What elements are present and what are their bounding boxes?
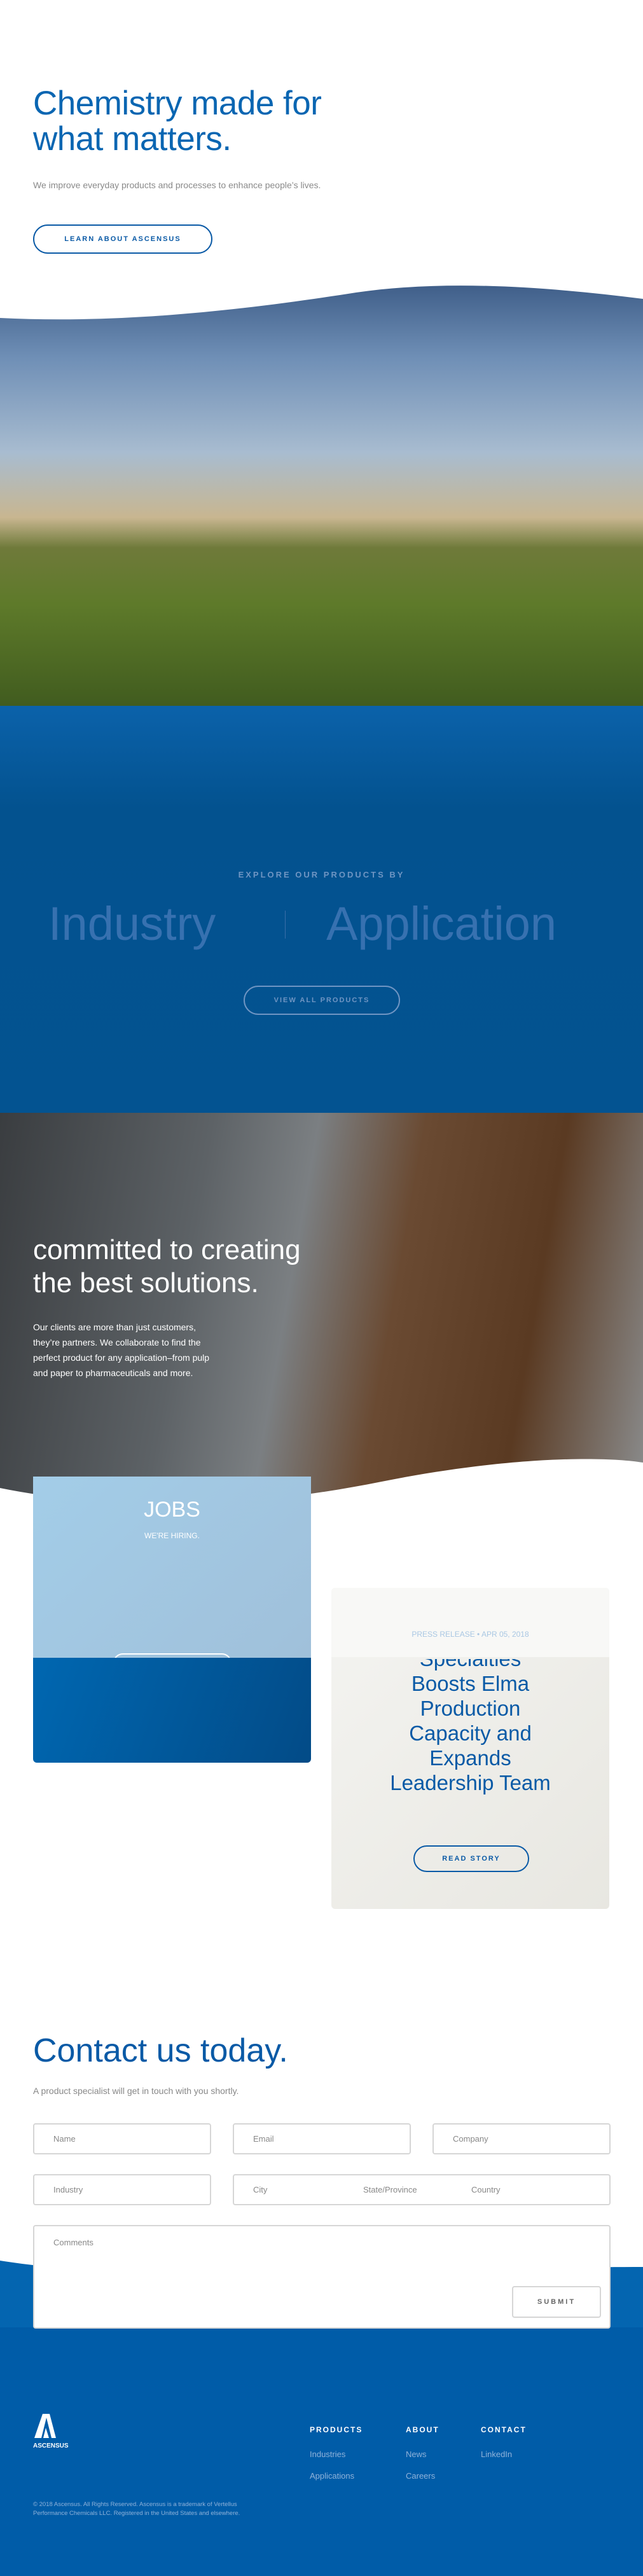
body-line: Our clients are more than just customers… [33,1322,196,1332]
headline-line: Capacity and [409,1721,532,1745]
footer-link-linkedin[interactable]: LinkedIn [481,2449,512,2459]
wave-divider [0,273,643,320]
press-date: APR 05, 2018 [481,1630,529,1639]
press-card[interactable]: PRESS RELEASE • APR 05, 2018 Specialties… [331,1588,609,1909]
footer-heading-contact: CONTACT [481,2425,527,2434]
body-line: perfect product for any application–from… [33,1353,210,1363]
headline-line: Boosts Elma [411,1672,530,1695]
footer-heading-products: PRODUCTS [310,2425,363,2434]
partner-title-line2: the best solutions. [33,1267,259,1298]
hero-title-line1: Chemistry made for [33,85,322,122]
footer-heading-about: ABOUT [406,2425,439,2434]
state-select[interactable]: State/Province [363,2185,417,2194]
hero-photo-running-family [0,280,643,712]
headline-line: Expands [429,1746,511,1770]
footer-link-careers[interactable]: Careers [406,2471,435,2481]
footer-link-news[interactable]: News [406,2449,427,2459]
headline-line: Production [420,1697,521,1720]
headline-line: Leadership Team [390,1771,551,1794]
divider [285,911,286,939]
copyright-line: © 2018 Ascensus. All Rights Reserved. As… [33,2501,237,2508]
email-input[interactable]: Email [233,2123,411,2154]
partner-body: Our clients are more than just customers… [33,1319,209,1381]
press-headline: Specialties Boosts ElmaProductionCapacity… [331,1659,609,1818]
city-input[interactable]: City [253,2185,267,2194]
press-card-header [331,1588,609,1657]
jobs-subtitle: WE'RE HIRING. [144,1531,200,1540]
press-category: PRESS RELEASE [411,1630,475,1639]
jobs-title: JOBS [144,1498,200,1522]
logo-wordmark: ASCENSUS [33,2442,69,2449]
hero-title: Chemistry made for what matters. [33,85,322,158]
body-line: they’re partners. We collaborate to find… [33,1337,201,1347]
body-line: and paper to pharmaceuticals and more. [33,1368,193,1378]
ascensus-logo[interactable]: ASCENSUS [33,2414,78,2452]
view-all-products-button[interactable]: VIEW ALL PRODUCTS [244,986,400,1015]
partner-title-line1: committed to creating [33,1234,301,1265]
country-select[interactable]: Country [471,2185,501,2194]
copyright: © 2018 Ascensus. All Rights Reserved. As… [33,2500,240,2518]
headline-line: Specialties [420,1659,522,1670]
jobs-card-bottom [33,1658,311,1763]
partner-photo-section: committed to creating the best solutions.… [0,1113,643,1507]
application-link[interactable]: Application [326,897,557,951]
copyright-line: Performance Chemicals LLC. Registered in… [33,2510,240,2517]
footer-link-applications[interactable]: Applications [310,2471,354,2481]
hero-subtitle: We improve everyday products and process… [33,180,321,190]
contact-title: Contact us today. [33,2032,288,2069]
submit-button[interactable]: SUBMIT [512,2286,601,2318]
location-group: City State/Province Country [233,2174,611,2205]
company-input[interactable]: Company [432,2123,611,2154]
industry-select[interactable]: Industry [33,2174,211,2205]
footer-link-industries[interactable]: Industries [310,2449,345,2459]
jobs-card[interactable]: JOBS WE'RE HIRING. [33,1477,311,1763]
hero-title-line2: what matters. [33,120,232,158]
jobs-card-top: JOBS WE'RE HIRING. [33,1477,311,1672]
learn-about-button[interactable]: LEARN ABOUT ASCENSUS [33,224,212,254]
industry-link[interactable]: Industry [48,897,216,951]
press-meta: PRESS RELEASE • APR 05, 2018 [411,1630,529,1639]
explore-eyebrow: EXPLORE OUR PRODUCTS BY [238,870,405,879]
partner-title: committed to creating the best solutions. [33,1234,301,1300]
logo-a-icon [34,2414,56,2438]
contact-subtitle: A product specialist will get in touch w… [33,2086,239,2096]
name-input[interactable]: Name [33,2123,211,2154]
read-story-button[interactable]: READ STORY [413,1845,529,1872]
